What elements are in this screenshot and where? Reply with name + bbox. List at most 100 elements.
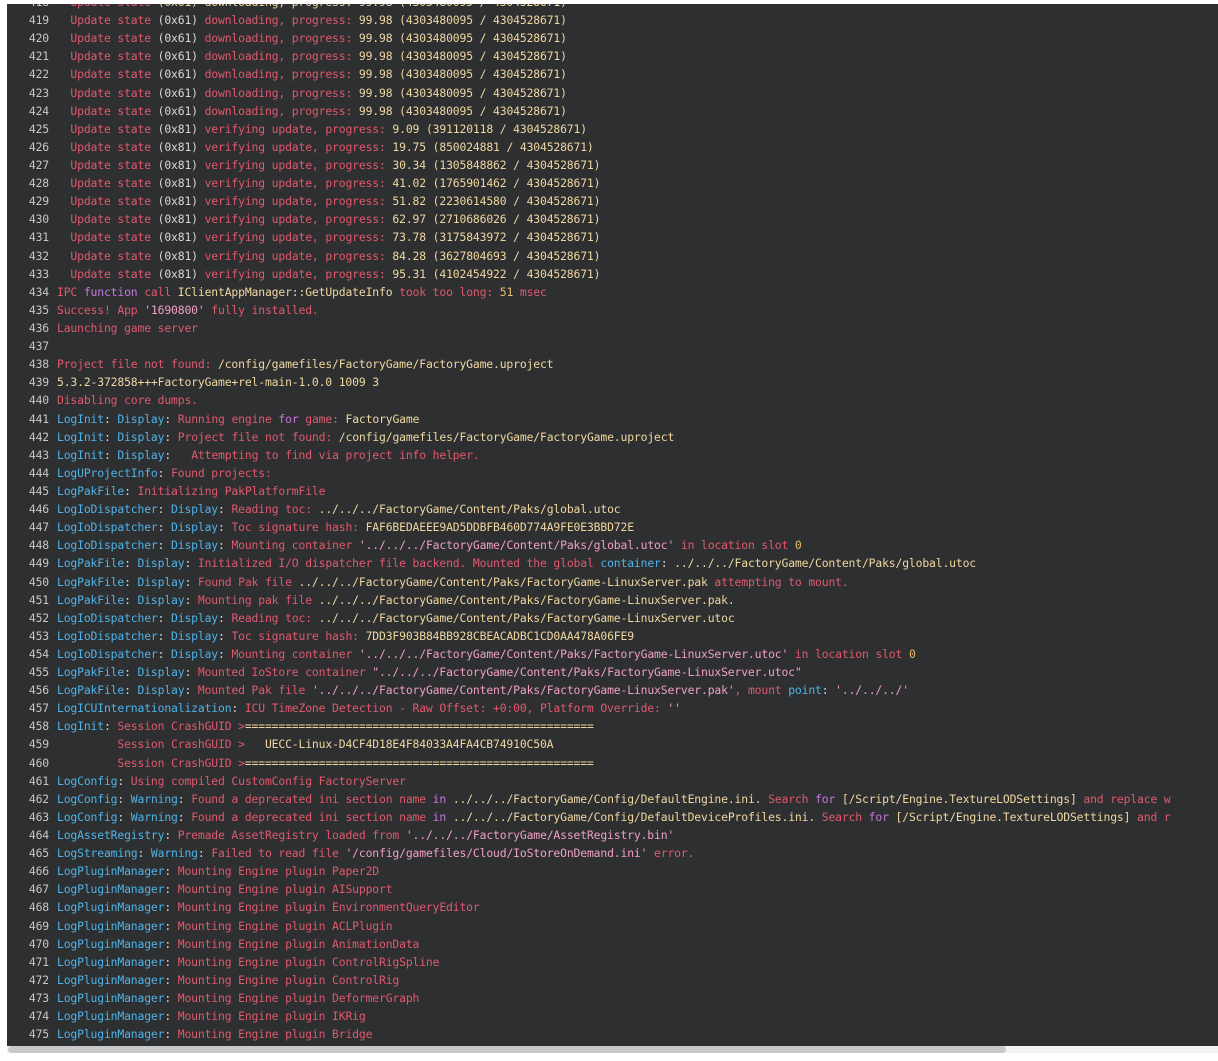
log-text-segment: ../../../FactoryGame/Config/DefaultEngin… [452,791,762,806]
log-text-segment: : [103,719,118,734]
log-text-segment: : [184,665,198,680]
log-text-segment [57,140,70,154]
line-number: 443 [28,447,49,462]
log-text-segment [57,194,70,208]
log-text-segment: : [177,809,192,824]
line-number: 429 [28,194,49,209]
log-text-segment: (0x61) [150,49,205,64]
line-number: 468 [28,900,49,915]
log-text-segment: : [164,828,178,843]
line-number: 428 [28,176,49,191]
line-number: 426 [28,139,49,154]
terminal-log-view[interactable]: 418 Update state (0x61) downloading, pro… [7,4,1218,1052]
line-number: 418 [7,4,49,11]
log-text-segment: ../../../FactoryGame/Content/Paks/global… [674,556,977,571]
log-text-segment: Session CrashGUID > [57,755,245,770]
log-line: 438 Project file not found: /config/gamef… [7,355,1218,373]
log-text-segment: : [184,592,198,607]
log-text-segment: LogInit [57,411,104,426]
log-text-segment: Reading toc: [231,610,319,625]
log-text-segment: Mounting container [231,646,359,661]
line-number: 432 [28,248,49,263]
line-number: 433 [28,266,49,281]
log-text-segment: Update state [70,157,151,172]
log-text-segment: for [868,809,889,824]
log-text-segment: Initializing PakPlatformFile [137,483,326,498]
log-line: 423 Update state (0x61) downloading, pro… [7,84,1218,102]
line-number: 419 [28,13,49,28]
log-text-segment: Display [117,429,165,444]
log-text-segment: Update state [70,266,151,281]
log-line: 439 5.3.2-372858+++FactoryGame+rel-main-1… [7,373,1218,391]
log-text-segment: : [164,882,178,897]
log-text-segment: IClientAppManager::GetUpdateInfo [177,284,393,299]
log-text-segment [57,86,70,100]
log-text-segment: downloading, progress: [204,103,353,118]
log-text-segment: LogPluginManager [57,864,165,879]
log-text-segment [57,4,70,9]
log-text-segment: : [124,483,138,498]
log-text-segment: 95.31 (4102454922 / 4304528671) [385,266,601,281]
log-line: 446 LogIoDispatcher: Display: Reading toc… [7,500,1218,518]
log-text-segment: : [218,502,232,517]
log-text-segment: LogICUInternationalization [57,701,232,716]
log-text-segment: : [164,954,178,969]
log-text-segment: /config/gamefiles/FactoryGame/FactoryGam… [218,357,554,372]
log-text-segment: [/Script/Engine.TextureLODSettings] [895,809,1131,824]
line-number: 442 [28,429,49,444]
log-text-segment: : [164,429,178,444]
log-text-segment: '../../../FactoryGame/Content/Paks/Facto… [311,683,735,698]
log-text-segment: Reading toc: [231,502,319,517]
line-number: 431 [28,230,49,245]
line-number: 438 [28,357,49,372]
log-text-segment: Failed to read file [211,846,346,861]
log-line: 424 Update state (0x61) downloading, pro… [7,102,1218,120]
line-number: 472 [28,972,49,987]
log-text-segment: Found a deprecated ini section name [191,791,433,806]
log-text-segment: 51 [499,284,514,299]
log-text-segment: Update state [70,248,151,263]
log-text-segment [57,176,70,190]
log-text-segment: LogIoDispatcher [57,610,158,625]
log-text-segment [446,792,453,806]
log-text-segment: , mount [734,683,789,698]
log-line: 447 LogIoDispatcher: Display: Toc signatu… [7,518,1218,536]
log-text-segment: Display [171,628,219,643]
log-text-segment: for [278,411,299,426]
log-text-segment: and replace w [1076,791,1171,806]
log-text-segment: Mounting pak file [197,592,319,607]
log-line: 418 Update state (0x61) downloading, pro… [7,4,1218,11]
horizontal-scrollbar-thumb[interactable] [8,1046,1006,1053]
log-line: 450 LogPakFile: Display: Found Pak file .… [7,573,1218,591]
log-line: 452 LogIoDispatcher: Display: Reading toc… [7,609,1218,627]
log-line: 465 LogStreaming: Warning: Failed to read… [7,844,1218,862]
log-text-segment: Success! App [57,302,145,317]
line-number: 435 [28,302,49,317]
log-text-segment: (0x61) [150,85,205,100]
log-text-segment: IPC [57,284,84,299]
log-text-segment [57,212,70,226]
log-text-segment: LogIoDispatcher [57,646,158,661]
log-text-segment: : [157,646,172,661]
log-text-segment: Disabling core dumps. [57,393,198,408]
log-text-segment: LogPakFile [57,683,125,698]
log-text-segment: (0x61) [150,31,205,46]
log-text-segment: Display [117,447,165,462]
log-text-segment: UECC-Linux-D4CF4D18E4F84033A4FA4CB74910C… [264,737,554,752]
log-text-segment: call [137,284,178,299]
line-number: 423 [28,85,49,100]
line-number: 456 [28,683,49,698]
line-number: 434 [28,284,49,299]
log-text-segment: [/Script/Engine.TextureLODSettings] [841,791,1077,806]
line-number: 427 [28,157,49,172]
log-text-segment: '' [667,701,681,716]
line-number: 464 [28,828,49,843]
log-text-segment: 99.98 (4303480095 / 4304528671) [352,67,567,82]
log-text-segment: Update state [70,176,151,191]
log-text-segment: FAF6BEDAEEE9AD5DDBFB460D774A9FE0E3BBD72E [365,520,634,535]
log-text-segment: point [788,683,822,698]
line-number: 449 [28,556,49,571]
log-text-segment [57,104,70,118]
line-number: 450 [28,574,49,589]
line-number: 446 [28,502,49,517]
